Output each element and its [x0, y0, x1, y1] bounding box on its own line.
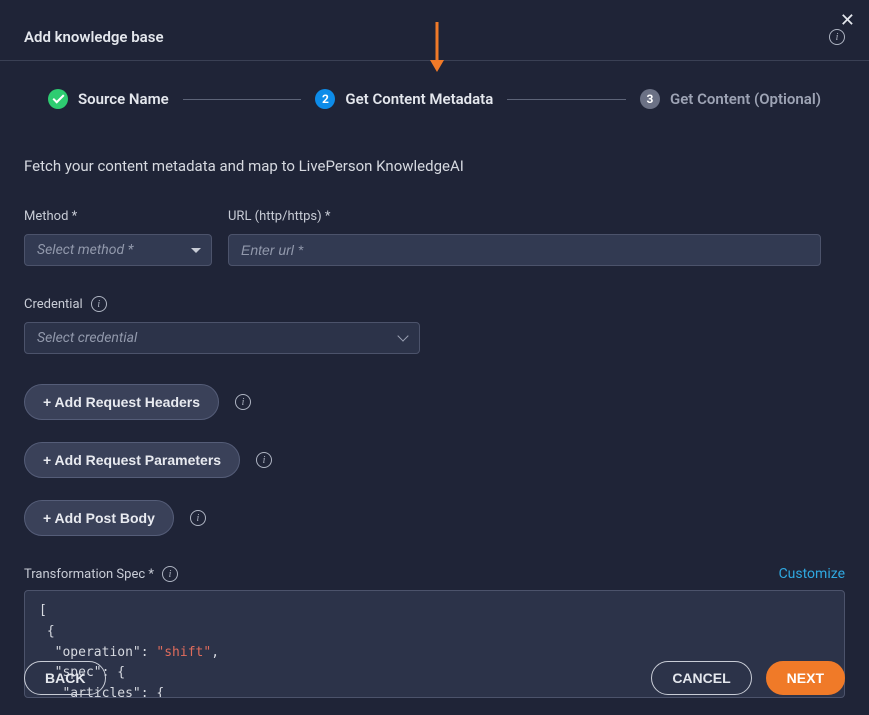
info-icon[interactable]: i [91, 296, 107, 312]
next-button[interactable]: NEXT [766, 661, 845, 695]
close-icon[interactable]: ✕ [840, 10, 855, 31]
transformation-spec-label: Transformation Spec * i [24, 566, 178, 582]
modal-title: Add knowledge base [24, 28, 164, 46]
step-connector [183, 99, 302, 100]
credential-placeholder: Select credential [37, 330, 137, 346]
step-connector [507, 99, 626, 100]
method-select[interactable]: Select method * [24, 234, 212, 266]
credential-select[interactable]: Select credential [24, 322, 420, 354]
method-placeholder: Select method * [37, 242, 133, 258]
info-icon[interactable]: i [256, 452, 272, 468]
info-icon[interactable]: i [190, 510, 206, 526]
step-source-name: Source Name [48, 89, 169, 109]
check-icon [48, 89, 68, 109]
add-request-headers-button[interactable]: + Add Request Headers [24, 384, 219, 420]
chevron-down-icon [191, 248, 201, 253]
step-label: Get Content (Optional) [670, 90, 821, 108]
stepper: Source Name 2 Get Content Metadata 3 Get… [0, 61, 869, 109]
transformation-spec-label-text: Transformation Spec * [24, 567, 154, 582]
step-label: Source Name [78, 90, 169, 108]
method-label: Method * [24, 209, 212, 224]
credential-label: Credential i [24, 296, 845, 312]
add-request-parameters-button[interactable]: + Add Request Parameters [24, 442, 240, 478]
step-get-content: 3 Get Content (Optional) [640, 89, 821, 109]
cancel-button[interactable]: CANCEL [651, 661, 751, 695]
info-icon[interactable]: i [829, 29, 845, 45]
step-number: 3 [640, 89, 660, 109]
section-subtitle: Fetch your content metadata and map to L… [24, 157, 845, 175]
url-input-wrapper [228, 234, 821, 266]
url-input[interactable] [241, 235, 808, 265]
footer: BACK CANCEL NEXT [0, 645, 869, 715]
info-icon[interactable]: i [162, 566, 178, 582]
step-number: 2 [315, 89, 335, 109]
customize-link[interactable]: Customize [779, 566, 845, 582]
back-button[interactable]: BACK [24, 661, 106, 695]
step-get-content-metadata: 2 Get Content Metadata [315, 89, 493, 109]
step-label: Get Content Metadata [345, 90, 493, 108]
modal-header: Add knowledge base i [0, 0, 869, 61]
chevron-down-icon [397, 330, 408, 341]
info-icon[interactable]: i [235, 394, 251, 410]
add-post-body-button[interactable]: + Add Post Body [24, 500, 174, 536]
credential-label-text: Credential [24, 297, 83, 312]
url-label: URL (http/https) * [228, 209, 821, 224]
